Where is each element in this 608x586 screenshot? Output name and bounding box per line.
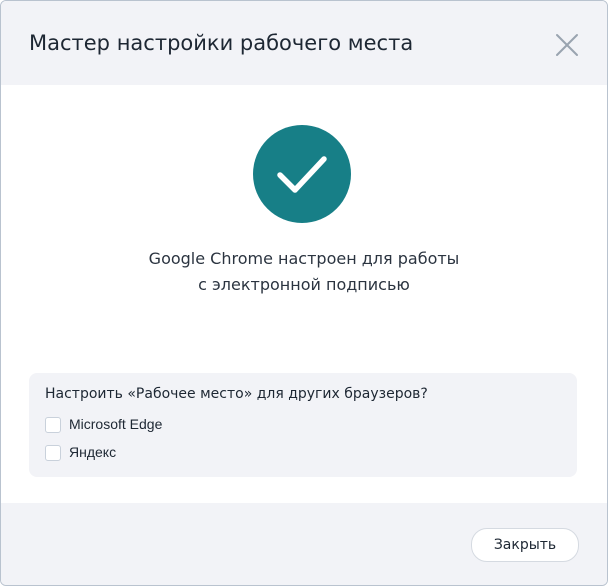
dialog-header: Мастер настройки рабочего места	[1, 1, 607, 85]
success-status-icon	[253, 125, 351, 223]
yandex-checkbox[interactable]	[45, 445, 61, 461]
close-icon[interactable]	[551, 29, 583, 61]
option-label: Яндекс	[69, 444, 117, 460]
dialog-body: Google Chrome настроен для работы с элек…	[1, 85, 607, 503]
close-button[interactable]: Закрыть	[471, 528, 579, 562]
option-label: Microsoft Edge	[69, 416, 163, 432]
close-icon-glyph	[556, 34, 578, 56]
checkmark-icon	[277, 156, 327, 193]
status-message-line-1: Google Chrome настроен для работы	[148, 249, 460, 268]
dialog-footer: Закрыть	[1, 503, 607, 585]
other-browsers-question: Настроить «Рабочее место» для других бра…	[45, 386, 428, 402]
setup-wizard-dialog: Мастер настройки рабочего места Google C…	[0, 0, 608, 586]
status-message-line-2: с электронной подписью	[198, 275, 410, 294]
microsoft-edge-checkbox[interactable]	[45, 417, 61, 433]
other-browsers-panel: Настроить «Рабочее место» для других бра…	[29, 373, 577, 477]
dialog-title: Мастер настройки рабочего места	[29, 31, 414, 55]
